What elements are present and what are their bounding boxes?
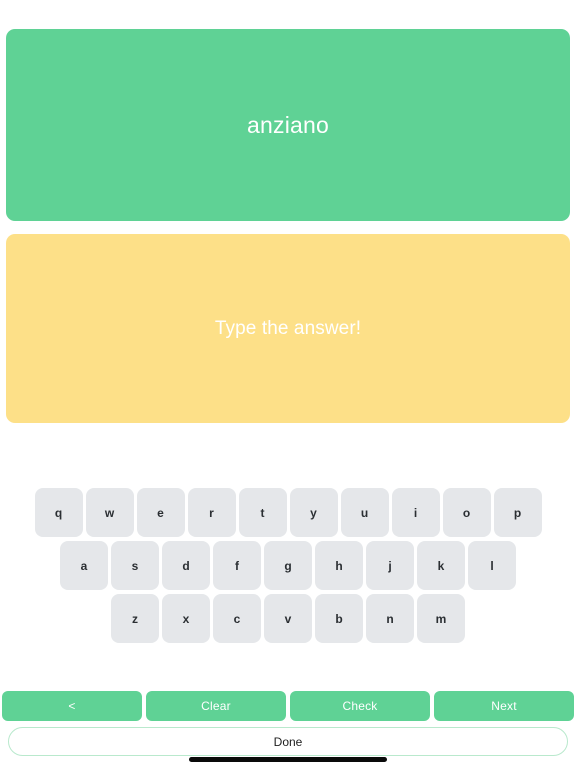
key-q[interactable]: q	[34, 488, 83, 537]
done-button[interactable]: Done	[8, 727, 568, 756]
answer-input-card[interactable]: Type the answer!	[6, 234, 570, 423]
key-w[interactable]: w	[85, 488, 134, 537]
key-t[interactable]: t	[238, 488, 287, 537]
key-s[interactable]: s	[111, 541, 159, 590]
keyboard-row-1: q w e r t y u i o p	[0, 488, 576, 537]
check-button[interactable]: Check	[290, 691, 430, 721]
keyboard-row-2: a s d f g h j k l	[0, 541, 576, 590]
key-x[interactable]: x	[162, 594, 210, 643]
action-button-bar: < Clear Check Next	[0, 691, 576, 721]
key-o[interactable]: o	[442, 488, 491, 537]
key-r[interactable]: r	[187, 488, 236, 537]
back-button[interactable]: <	[2, 691, 142, 721]
key-j[interactable]: j	[366, 541, 414, 590]
key-c[interactable]: c	[213, 594, 261, 643]
key-v[interactable]: v	[264, 594, 312, 643]
key-g[interactable]: g	[264, 541, 312, 590]
keyboard-row-3: z x c v b n m	[0, 594, 576, 643]
key-h[interactable]: h	[315, 541, 363, 590]
key-y[interactable]: y	[289, 488, 338, 537]
key-z[interactable]: z	[111, 594, 159, 643]
key-a[interactable]: a	[60, 541, 108, 590]
key-u[interactable]: u	[340, 488, 389, 537]
key-b[interactable]: b	[315, 594, 363, 643]
key-i[interactable]: i	[391, 488, 440, 537]
question-card: anziano	[6, 29, 570, 221]
answer-placeholder: Type the answer!	[214, 318, 362, 339]
clear-button[interactable]: Clear	[146, 691, 286, 721]
next-button[interactable]: Next	[434, 691, 574, 721]
key-d[interactable]: d	[162, 541, 210, 590]
quiz-screen: anziano Type the answer! q w e r t y u i…	[0, 0, 576, 768]
key-n[interactable]: n	[366, 594, 414, 643]
key-e[interactable]: e	[136, 488, 185, 537]
home-indicator	[189, 757, 387, 762]
question-word: anziano	[247, 111, 329, 138]
key-p[interactable]: p	[493, 488, 542, 537]
key-l[interactable]: l	[468, 541, 516, 590]
key-f[interactable]: f	[213, 541, 261, 590]
key-m[interactable]: m	[417, 594, 465, 643]
done-row: Done	[0, 727, 576, 756]
key-k[interactable]: k	[417, 541, 465, 590]
onscreen-keyboard: q w e r t y u i o p a s d f g h j k l z …	[0, 488, 576, 643]
